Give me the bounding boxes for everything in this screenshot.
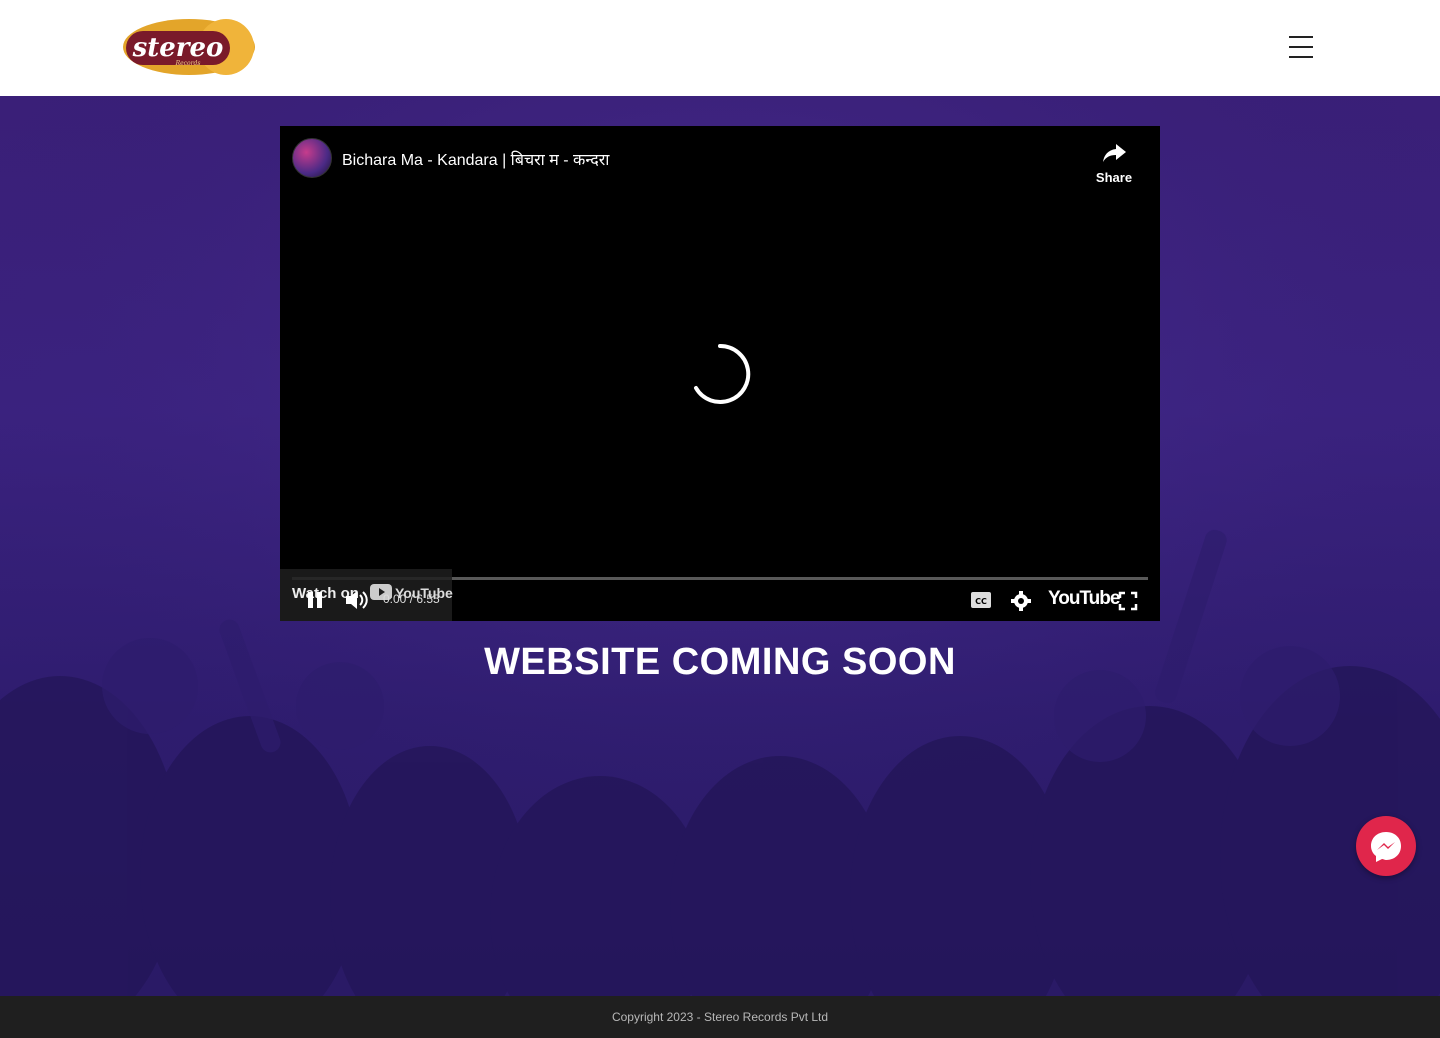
messenger-chat-button[interactable] (1356, 816, 1416, 876)
pause-icon[interactable] (306, 589, 324, 611)
youtube-logo-text: YouTube (1048, 588, 1120, 609)
messenger-icon (1371, 832, 1401, 862)
logo-subtext: Records (175, 60, 201, 67)
menu-bar-middle (1289, 46, 1313, 48)
captions-icon[interactable]: CC (970, 591, 992, 609)
share-button[interactable]: Share (1086, 138, 1142, 186)
menu-bar-bottom (1289, 56, 1313, 58)
share-icon (1103, 144, 1126, 162)
fullscreen-icon[interactable] (1118, 591, 1138, 611)
logo-graphic: stereo Records (123, 19, 255, 75)
site-header: stereo Records (0, 0, 1440, 96)
volume-icon[interactable] (344, 588, 370, 612)
stereo-records-logo[interactable]: stereo Records (122, 18, 256, 76)
captions-label: CC (975, 597, 987, 606)
loading-spinner-icon (694, 343, 751, 404)
logo-wordmark: stereo (132, 33, 224, 63)
video-title[interactable]: Bichara Ma - Kandara | बिचरा म - कन्दरा (342, 148, 609, 170)
channel-avatar[interactable] (292, 138, 332, 178)
copyright-text: Copyright 2023 - Stereo Records Pvt Ltd (611, 1010, 829, 1024)
hero-section: Bichara Ma - Kandara | बिचरा म - कन्दरा … (0, 96, 1440, 996)
share-label: Share (1095, 170, 1133, 185)
hamburger-menu-icon[interactable] (1289, 36, 1313, 58)
site-footer: Copyright 2023 - Stereo Records Pvt Ltd (0, 996, 1440, 1038)
youtube-video-player[interactable]: Bichara Ma - Kandara | बिचरा म - कन्दरा … (280, 126, 1160, 621)
settings-icon[interactable] (1010, 590, 1032, 612)
youtube-logo-icon[interactable]: YouTube (1048, 588, 1120, 612)
coming-soon-heading: WEBSITE COMING SOON (484, 641, 956, 683)
video-time-display: 0:00 / 6:55 (383, 592, 440, 606)
menu-bar-top (1289, 36, 1313, 38)
